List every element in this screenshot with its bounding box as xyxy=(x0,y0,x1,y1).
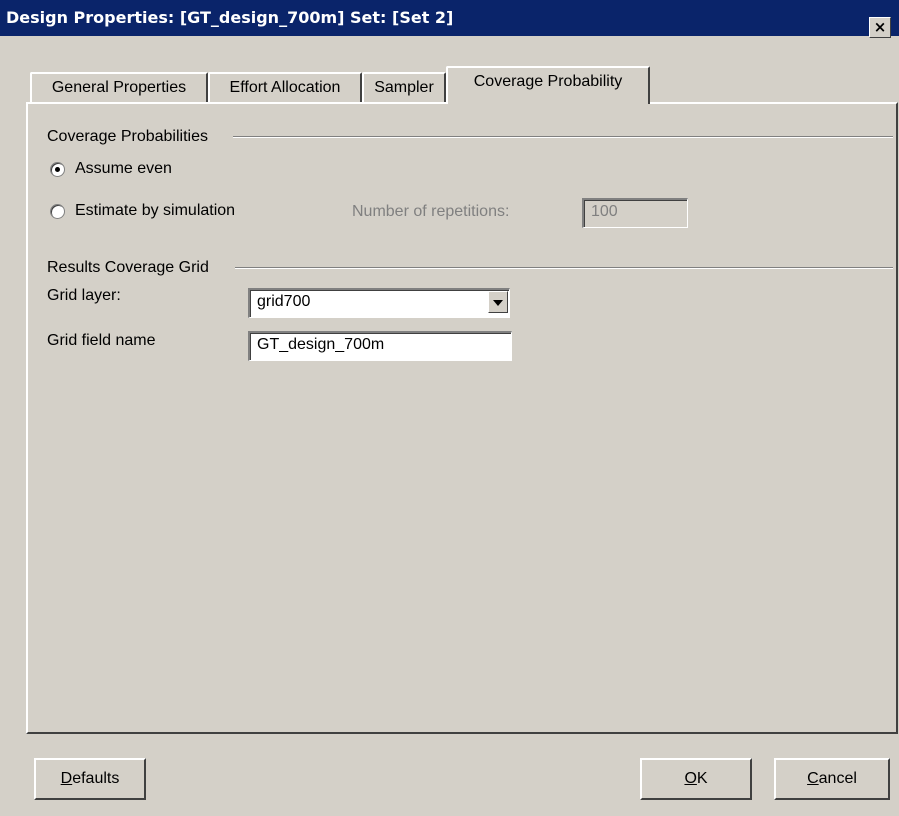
group-divider xyxy=(235,267,893,269)
coverage-probabilities-heading: Coverage Probabilities xyxy=(47,128,208,145)
ok-button[interactable]: OK xyxy=(640,758,752,800)
repetitions-input[interactable]: 100 xyxy=(582,198,688,228)
defaults-label: efaults xyxy=(72,770,120,787)
repetitions-label: Number of repetitions: xyxy=(352,203,510,220)
tab-sampler[interactable]: Sampler xyxy=(362,72,446,104)
tab-effort-allocation[interactable]: Effort Allocation xyxy=(208,72,362,104)
tab-label: Sampler xyxy=(374,79,434,96)
tab-label: Coverage Probability xyxy=(473,73,623,90)
grid-field-name-label: Grid field name xyxy=(47,332,156,349)
coverage-probability-panel xyxy=(26,102,898,734)
assume-even-radio[interactable] xyxy=(50,161,65,177)
grid-field-name-input[interactable]: GT_design_700m xyxy=(248,331,512,361)
results-coverage-grid-heading: Results Coverage Grid xyxy=(47,259,209,276)
ok-mnemonic: O xyxy=(684,770,697,787)
grid-layer-value: grid700 xyxy=(257,293,311,310)
repetitions-value: 100 xyxy=(591,203,618,220)
tab-label: General Properties xyxy=(51,79,187,96)
cancel-mnemonic: C xyxy=(807,770,819,787)
design-properties-dialog: Design Properties: [GT_design_700m] Set:… xyxy=(0,0,899,816)
cancel-button[interactable]: Cancel xyxy=(774,758,890,800)
assume-even-label: Assume even xyxy=(75,160,172,177)
estimate-by-simulation-radio[interactable] xyxy=(50,203,65,219)
estimate-by-simulation-option[interactable]: Estimate by simulation xyxy=(50,202,235,220)
title-bar: Design Properties: [GT_design_700m] Set:… xyxy=(0,0,899,38)
assume-even-option[interactable]: Assume even xyxy=(50,160,172,178)
estimate-by-simulation-label: Estimate by simulation xyxy=(75,202,236,219)
grid-layer-label: Grid layer: xyxy=(47,287,121,304)
chevron-down-icon[interactable] xyxy=(488,291,508,313)
tab-coverage-probability[interactable]: Coverage Probability xyxy=(446,66,650,104)
defaults-button[interactable]: Defaults xyxy=(34,758,146,800)
grid-layer-dropdown[interactable]: grid700 xyxy=(248,288,510,318)
cancel-label: ancel xyxy=(818,770,857,787)
ok-label: K xyxy=(696,770,708,787)
window-title: Design Properties: [GT_design_700m] Set:… xyxy=(6,8,454,27)
group-divider xyxy=(233,136,893,138)
grid-field-name-value: GT_design_700m xyxy=(257,336,385,353)
tab-label: Effort Allocation xyxy=(229,79,341,96)
tab-general-properties[interactable]: General Properties xyxy=(30,72,208,104)
defaults-mnemonic: D xyxy=(60,770,73,787)
close-icon: × xyxy=(873,18,887,36)
close-button[interactable]: × xyxy=(869,17,891,38)
